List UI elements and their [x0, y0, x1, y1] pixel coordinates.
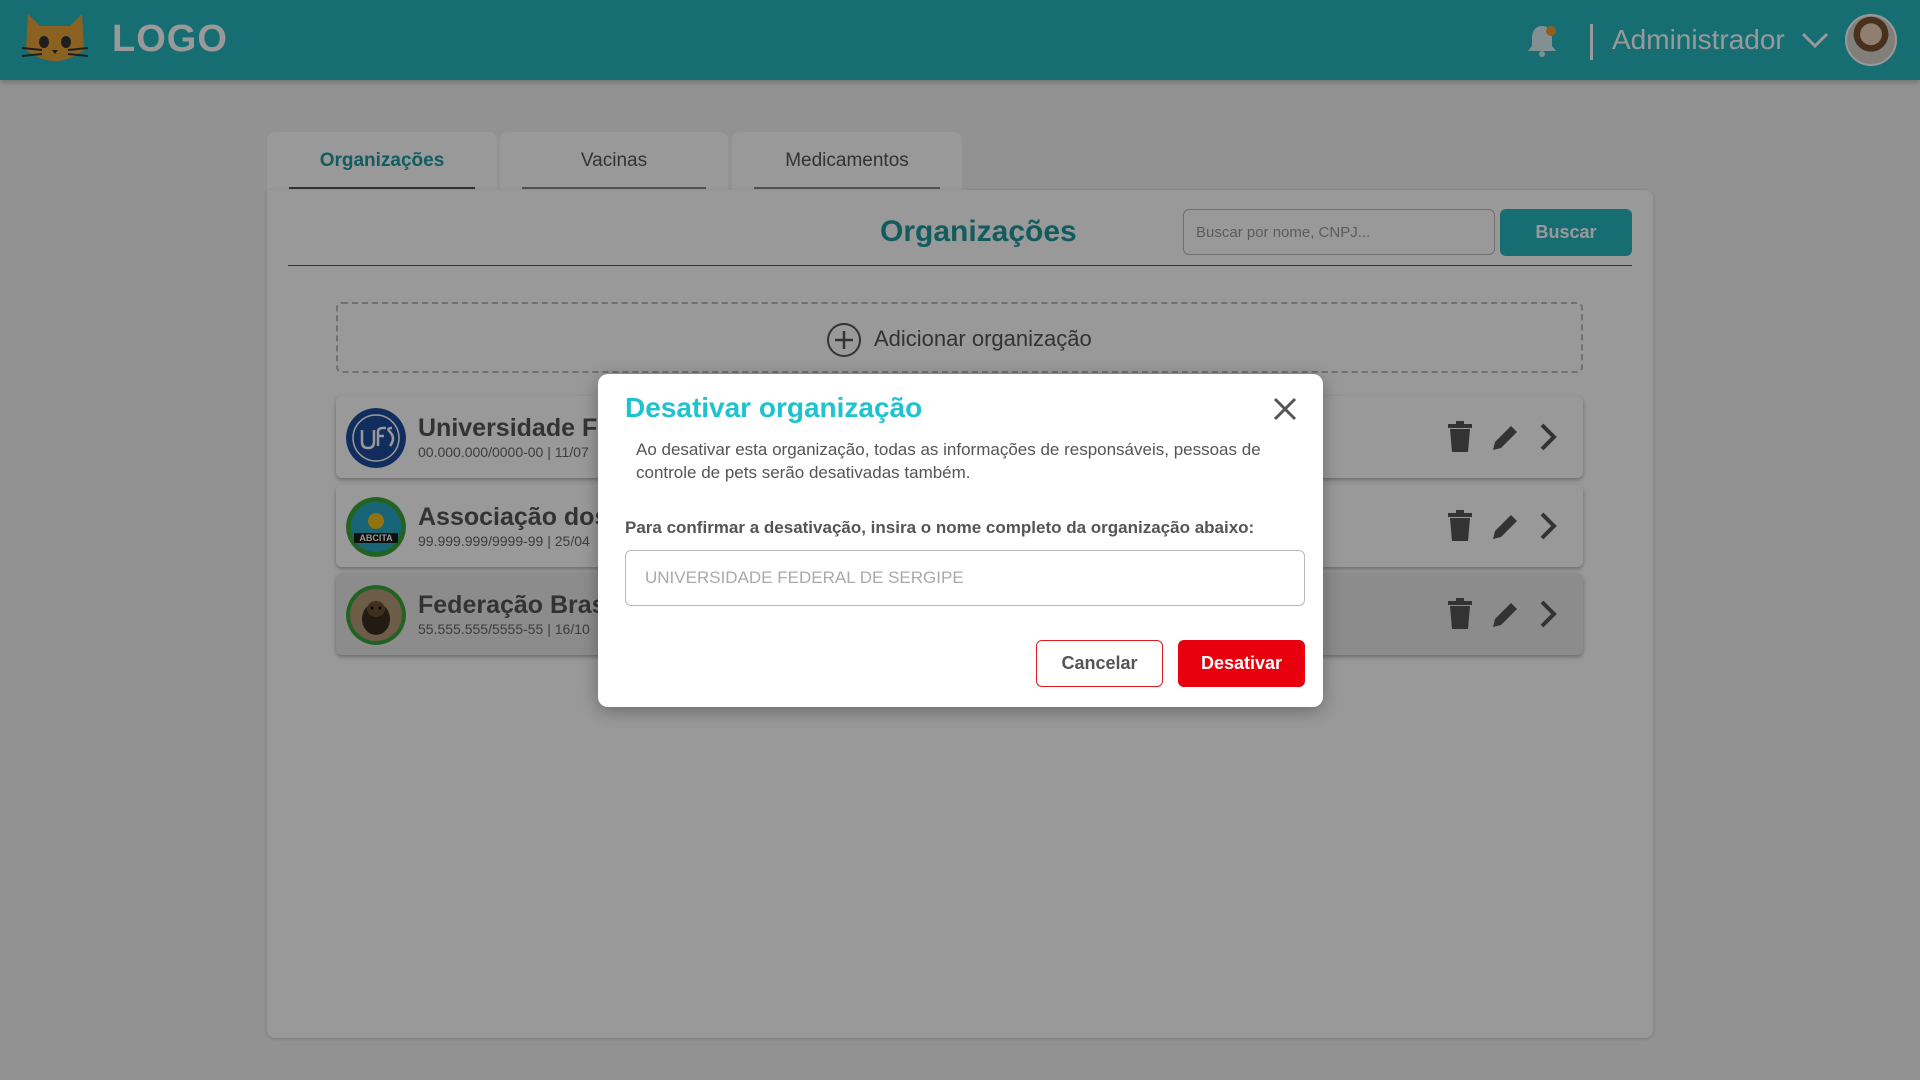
deactivate-button[interactable]: Desativar: [1178, 640, 1305, 687]
modal-title: Desativar organização: [625, 392, 923, 423]
deactivate-modal: Desativar organização Ao desativar esta …: [598, 374, 1323, 707]
confirm-label: Para confirmar a desativação, insira o n…: [625, 518, 1255, 537]
cancel-button[interactable]: Cancelar: [1036, 640, 1163, 687]
organization-name-input[interactable]: [625, 550, 1305, 606]
modal-description: Ao desativar esta organização, todas as …: [636, 440, 1261, 482]
close-icon[interactable]: [1270, 394, 1300, 424]
